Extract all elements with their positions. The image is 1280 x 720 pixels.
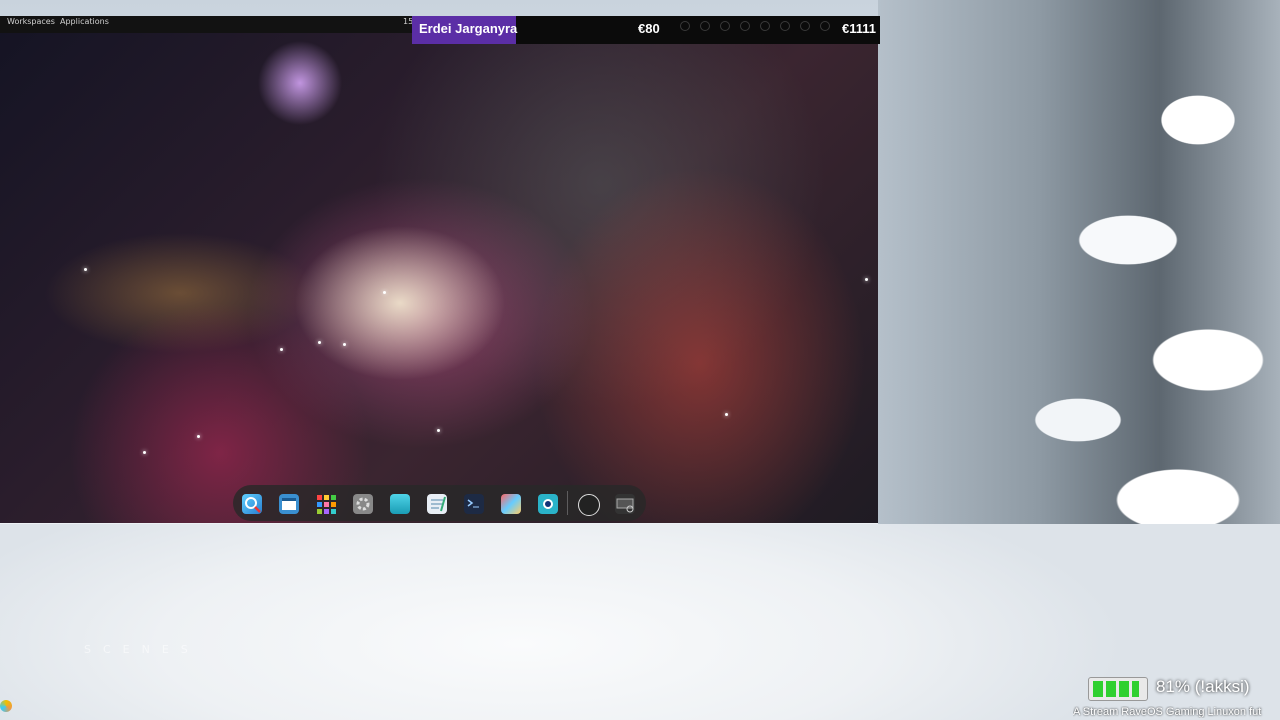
battery-cell xyxy=(1119,681,1129,697)
nebula-wallpaper-window[interactable] xyxy=(0,33,878,523)
star xyxy=(280,348,283,351)
window-title: Erdei Jarganyra xyxy=(419,21,518,36)
battery-cell xyxy=(1093,681,1103,697)
star xyxy=(865,278,868,281)
battery-text: 81% (!akksi) xyxy=(1156,677,1250,696)
star xyxy=(318,341,321,344)
price-left: €80 xyxy=(638,21,660,36)
scenes-watermark: SCENES xyxy=(84,643,200,656)
monitor-icon[interactable] xyxy=(615,494,635,514)
star xyxy=(84,268,87,271)
star xyxy=(343,343,346,346)
camera-icon[interactable] xyxy=(538,494,558,514)
obs-icon[interactable] xyxy=(578,494,600,516)
star xyxy=(725,413,728,416)
windows-icon[interactable] xyxy=(279,494,299,514)
dock xyxy=(233,485,646,521)
grid-icon[interactable] xyxy=(316,494,336,514)
workspaces-menu[interactable]: Workspaces xyxy=(7,17,55,26)
price-right: €1111 xyxy=(842,21,876,36)
corner-logo-icon xyxy=(0,700,12,712)
tray-icon[interactable] xyxy=(800,21,810,31)
star xyxy=(437,429,440,432)
notepad-icon[interactable] xyxy=(427,494,447,514)
tray-icon[interactable] xyxy=(760,21,770,31)
battery-cell xyxy=(1106,681,1116,697)
star xyxy=(383,291,386,294)
star xyxy=(143,451,146,454)
battery-cell xyxy=(1132,681,1139,697)
tray-icon[interactable] xyxy=(820,21,830,31)
download-icon[interactable] xyxy=(501,494,521,514)
gear-icon[interactable] xyxy=(353,494,373,514)
tray-icon[interactable] xyxy=(720,21,730,31)
tray-icon[interactable] xyxy=(740,21,750,31)
folder-icon[interactable] xyxy=(390,494,410,514)
star xyxy=(197,435,200,438)
tray-icon[interactable] xyxy=(780,21,790,31)
tray-icon[interactable] xyxy=(700,21,710,31)
battery-indicator xyxy=(1088,677,1148,701)
applications-menu[interactable]: Applications xyxy=(60,17,109,26)
dock-separator xyxy=(567,491,568,515)
stream-ticker: A Stream RaveOS Gaming Linuxon fut xyxy=(1073,706,1262,718)
terminal-icon[interactable] xyxy=(464,494,484,514)
magnifier-icon[interactable] xyxy=(242,494,262,514)
tray-icon[interactable] xyxy=(680,21,690,31)
